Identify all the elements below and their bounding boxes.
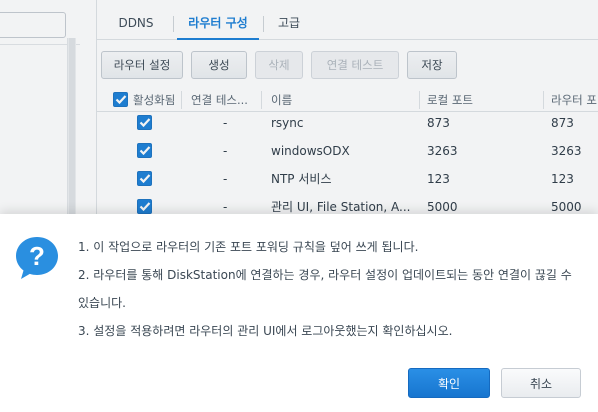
table-row[interactable]: - rsync 873 873 — [97, 109, 598, 137]
name-cell: NTP 서비스 — [271, 172, 332, 186]
column-separator[interactable] — [181, 91, 182, 109]
left-pane — [0, 0, 80, 214]
column-separator[interactable] — [419, 91, 420, 109]
column-separator[interactable] — [261, 91, 262, 109]
local-port-cell: 873 — [427, 116, 450, 130]
local-port-cell: 123 — [427, 172, 450, 186]
checkmark-icon — [139, 174, 151, 184]
left-scrollbar[interactable] — [67, 38, 76, 214]
checkmark-icon — [115, 95, 127, 105]
test-cell: - — [223, 116, 228, 130]
ok-button[interactable]: 확인 — [408, 368, 490, 398]
enabled-checkbox[interactable] — [137, 171, 152, 186]
router-settings-button[interactable]: 라우터 설정 — [101, 51, 183, 79]
tab-router-config[interactable]: 라우터 구성 — [177, 8, 259, 40]
tab-bar: DDNS 라우터 구성 고급 — [97, 8, 598, 40]
cancel-button[interactable]: 취소 — [501, 368, 581, 398]
checkmark-icon — [139, 202, 151, 212]
router-port-cell: 123 — [551, 172, 574, 186]
message-line-2: 2. 라우터를 통해 DiskStation에 연결하는 경우, 라우터 설정이… — [78, 268, 572, 282]
save-button[interactable]: 저장 — [407, 51, 457, 79]
name-cell: 관리 UI, File Station, A... — [271, 200, 411, 214]
router-port-cell: 873 — [551, 116, 574, 130]
router-port-cell: 3263 — [551, 144, 582, 158]
local-port-cell: 3263 — [427, 144, 458, 158]
enabled-checkbox[interactable] — [137, 143, 152, 158]
message-line-3: 3. 설정을 적용하려면 라우터의 관리 UI에서 로그아웃했는지 확인하십시오… — [78, 324, 453, 338]
name-cell: rsync — [271, 116, 304, 130]
column-separator[interactable] — [543, 91, 544, 109]
test-cell: - — [223, 200, 228, 214]
main-pane: DDNS 라우터 구성 고급 라우터 설정 생성 삭제 연결 테스트 저장 활성… — [96, 0, 598, 214]
name-cell: windowsODX — [271, 144, 350, 158]
enabled-checkbox[interactable] — [137, 199, 152, 214]
question-icon: ? — [16, 237, 58, 279]
confirm-dialog: ? 1. 이 작업으로 라우터의 기존 포트 포워딩 규칙을 덮어 쓰게 됩니다… — [0, 214, 598, 412]
router-port-cell: 5000 — [551, 200, 582, 214]
tab-separator — [173, 16, 174, 32]
search-input[interactable] — [0, 12, 66, 38]
tab-separator — [263, 16, 264, 32]
checkmark-icon — [139, 118, 151, 128]
enabled-checkbox[interactable] — [137, 115, 152, 130]
background-window: DDNS 라우터 구성 고급 라우터 설정 생성 삭제 연결 테스트 저장 활성… — [0, 0, 598, 214]
test-cell: - — [223, 144, 228, 158]
table-row[interactable]: - 관리 UI, File Station, A... 5000 5000 — [97, 193, 598, 214]
delete-button[interactable]: 삭제 — [255, 51, 303, 79]
local-port-cell: 5000 — [427, 200, 458, 214]
test-connection-button[interactable]: 연결 테스트 — [311, 51, 399, 79]
tab-advanced[interactable]: 고급 — [267, 8, 311, 40]
scrollbar-thumb[interactable] — [69, 38, 75, 214]
select-all-checkbox[interactable] — [113, 92, 128, 107]
test-cell: - — [223, 172, 228, 186]
svg-text:?: ? — [29, 241, 45, 271]
message-line-2-cont: 있습니다. — [78, 296, 126, 310]
create-button[interactable]: 생성 — [191, 51, 247, 79]
checkmark-icon — [139, 146, 151, 156]
table-row[interactable]: - NTP 서비스 123 123 — [97, 165, 598, 193]
tab-ddns[interactable]: DDNS — [105, 8, 167, 40]
table-row[interactable]: - windowsODX 3263 3263 — [97, 137, 598, 165]
toolbar: 라우터 설정 생성 삭제 연결 테스트 저장 — [97, 51, 598, 81]
message-line-1: 1. 이 작업으로 라우터의 기존 포트 포워딩 규칙을 덮어 쓰게 됩니다. — [78, 240, 419, 254]
